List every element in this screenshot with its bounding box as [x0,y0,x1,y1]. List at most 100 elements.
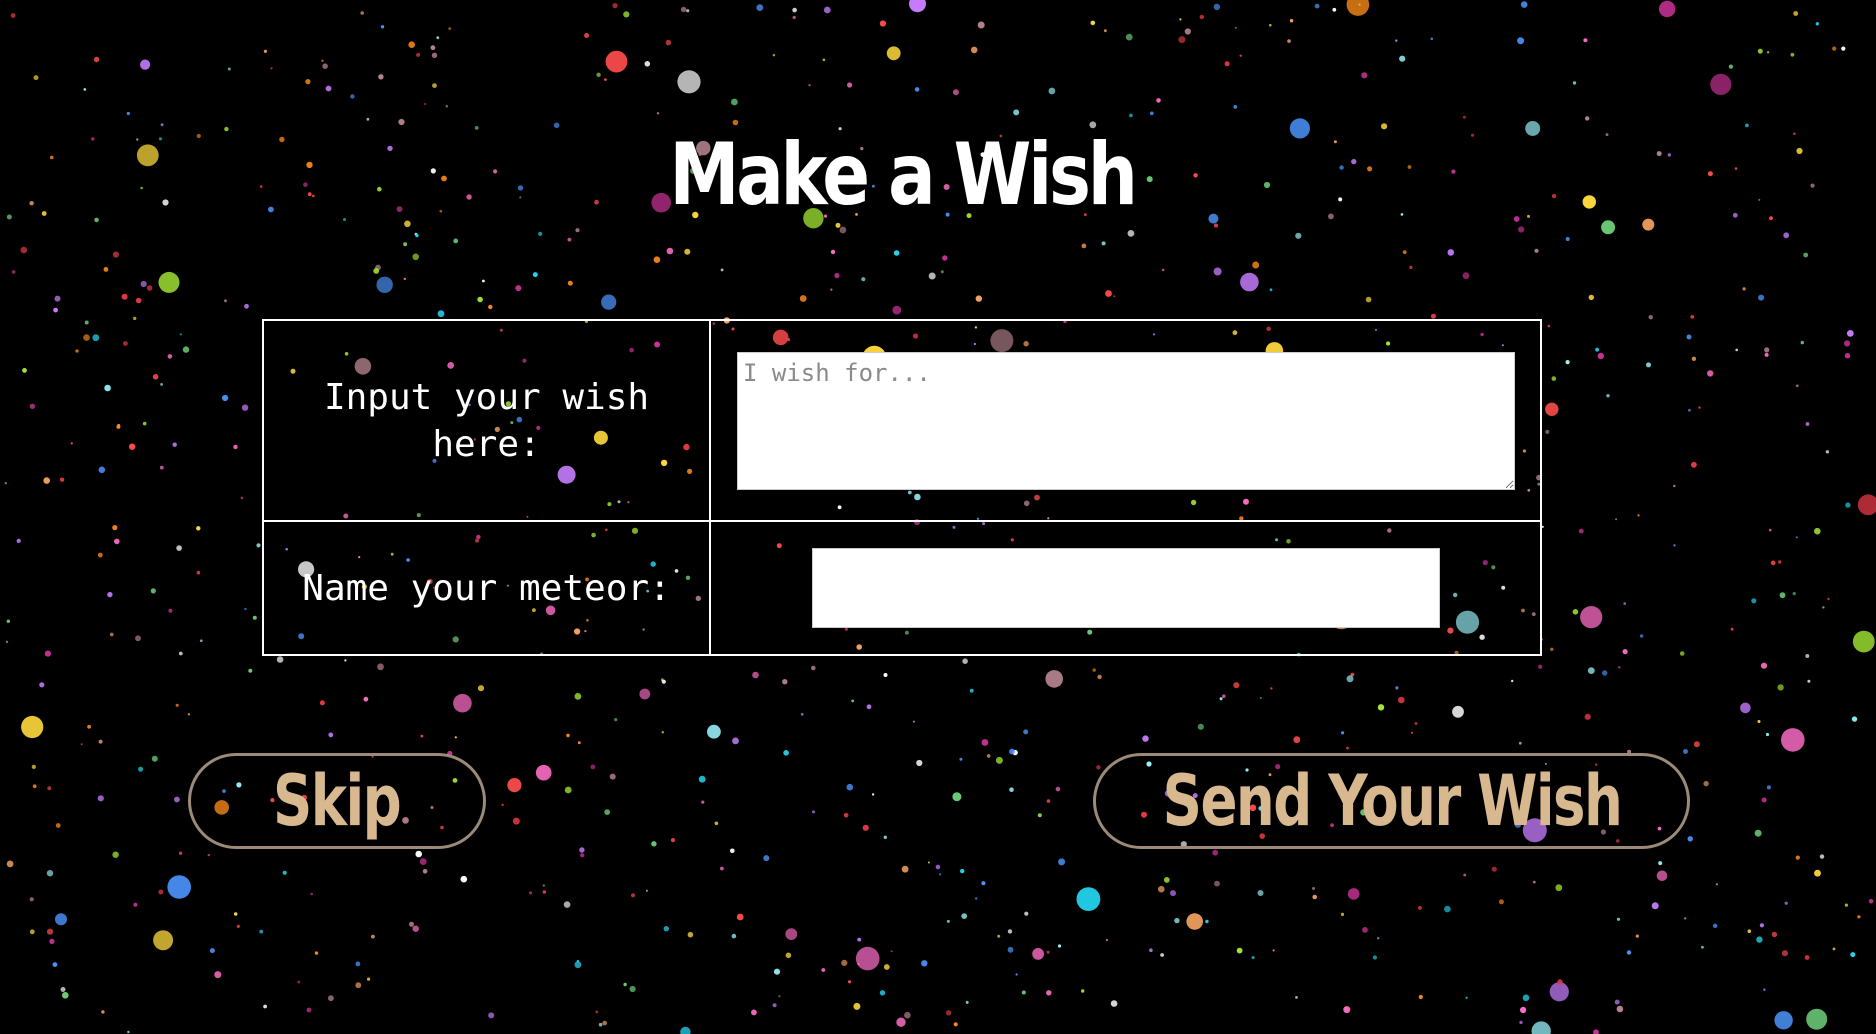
star-dot [378,74,384,80]
star-dot [207,853,210,857]
star-dot [256,543,261,548]
star-dot [839,226,847,234]
star-dot [297,980,301,984]
star-dot [224,299,227,303]
star-dot [1683,749,1688,754]
star-dot [1659,0,1676,18]
star-dot [542,890,546,894]
star-dot [415,850,423,858]
page-title: Make a Wish [669,125,1138,225]
star-dot [367,977,371,981]
star-dot [227,67,231,71]
star-dot [666,247,674,255]
star-dot [1160,953,1164,957]
star-dot [965,1000,969,1004]
star-dot [1096,765,1101,770]
star-dot [142,421,147,426]
star-dot [1092,668,1096,672]
star-dot [306,1007,312,1013]
star-dot [310,892,314,896]
star-dot [1777,684,1784,691]
star-dot [977,21,985,29]
star-dot [107,591,113,598]
star-dot [448,27,452,30]
send-wish-button[interactable]: Send Your Wish [1093,753,1690,849]
wish-textarea[interactable] [737,351,1515,490]
star-dot [1269,23,1272,27]
star-dot [1637,514,1640,517]
star-dot [1104,29,1107,33]
star-dot [945,1010,952,1016]
star-dot [914,87,920,92]
star-dot [886,46,901,61]
star-dot [995,756,1003,764]
star-dot [53,307,58,313]
star-dot [363,696,369,702]
star-dot [1814,869,1821,877]
star-dot [1346,0,1370,16]
star-dot [62,992,69,999]
star-dot [1517,37,1525,45]
star-dot [422,869,428,874]
skip-button[interactable]: Skip [188,753,486,849]
star-dot [1312,894,1317,900]
star-dot [1097,674,1102,680]
star-dot [43,477,50,484]
star-dot [1790,52,1795,57]
star-dot [1009,787,1014,792]
star-dot [1518,741,1522,745]
star-dot [846,783,854,791]
star-dot [196,526,201,531]
star-dot [1418,994,1423,1000]
star-dot [415,234,419,238]
star-dot [1236,947,1243,954]
star-dot [360,11,365,15]
star-dot [1174,917,1180,924]
star-dot [1844,353,1851,359]
star-dot [138,766,144,772]
star-dot [1765,732,1770,737]
star-dot [778,995,781,998]
star-dot [129,443,136,450]
star-dot [454,736,457,739]
star-dot [507,778,522,793]
star-dot [731,933,737,939]
star-dot [244,607,247,611]
star-dot [103,267,109,272]
star-dot [1463,873,1467,877]
star-dot [1538,664,1543,669]
star-dot [178,651,183,656]
star-dot [1756,936,1763,943]
star-dot [714,821,719,826]
meteor-name-input[interactable] [812,548,1440,628]
star-dot [1212,849,1219,856]
star-dot [1595,347,1599,352]
star-dot [1081,243,1087,249]
star-dot [1430,37,1434,41]
star-dot [580,853,585,858]
star-dot [1213,267,1222,276]
star-dot [1656,151,1662,157]
star-dot [1751,598,1757,604]
star-dot [41,211,47,216]
star-dot [55,823,61,828]
star-dot [1430,313,1436,319]
star-dot [975,295,982,302]
star-dot [1757,48,1763,54]
star-dot [153,930,174,951]
star-dot [112,251,119,258]
star-dot [631,893,635,898]
star-dot [1233,105,1238,109]
star-dot [114,538,120,545]
star-dot [783,750,789,756]
star-dot [104,384,111,392]
wish-label-cell: Input your wish here: [262,319,711,522]
star-dot [1240,272,1259,292]
star-dot [1805,422,1810,426]
star-dot [248,668,253,673]
star-dot [6,619,10,623]
star-dot [1520,1,1528,8]
star-dot [602,1020,607,1026]
star-dot [140,59,151,70]
star-dot [1771,931,1778,938]
